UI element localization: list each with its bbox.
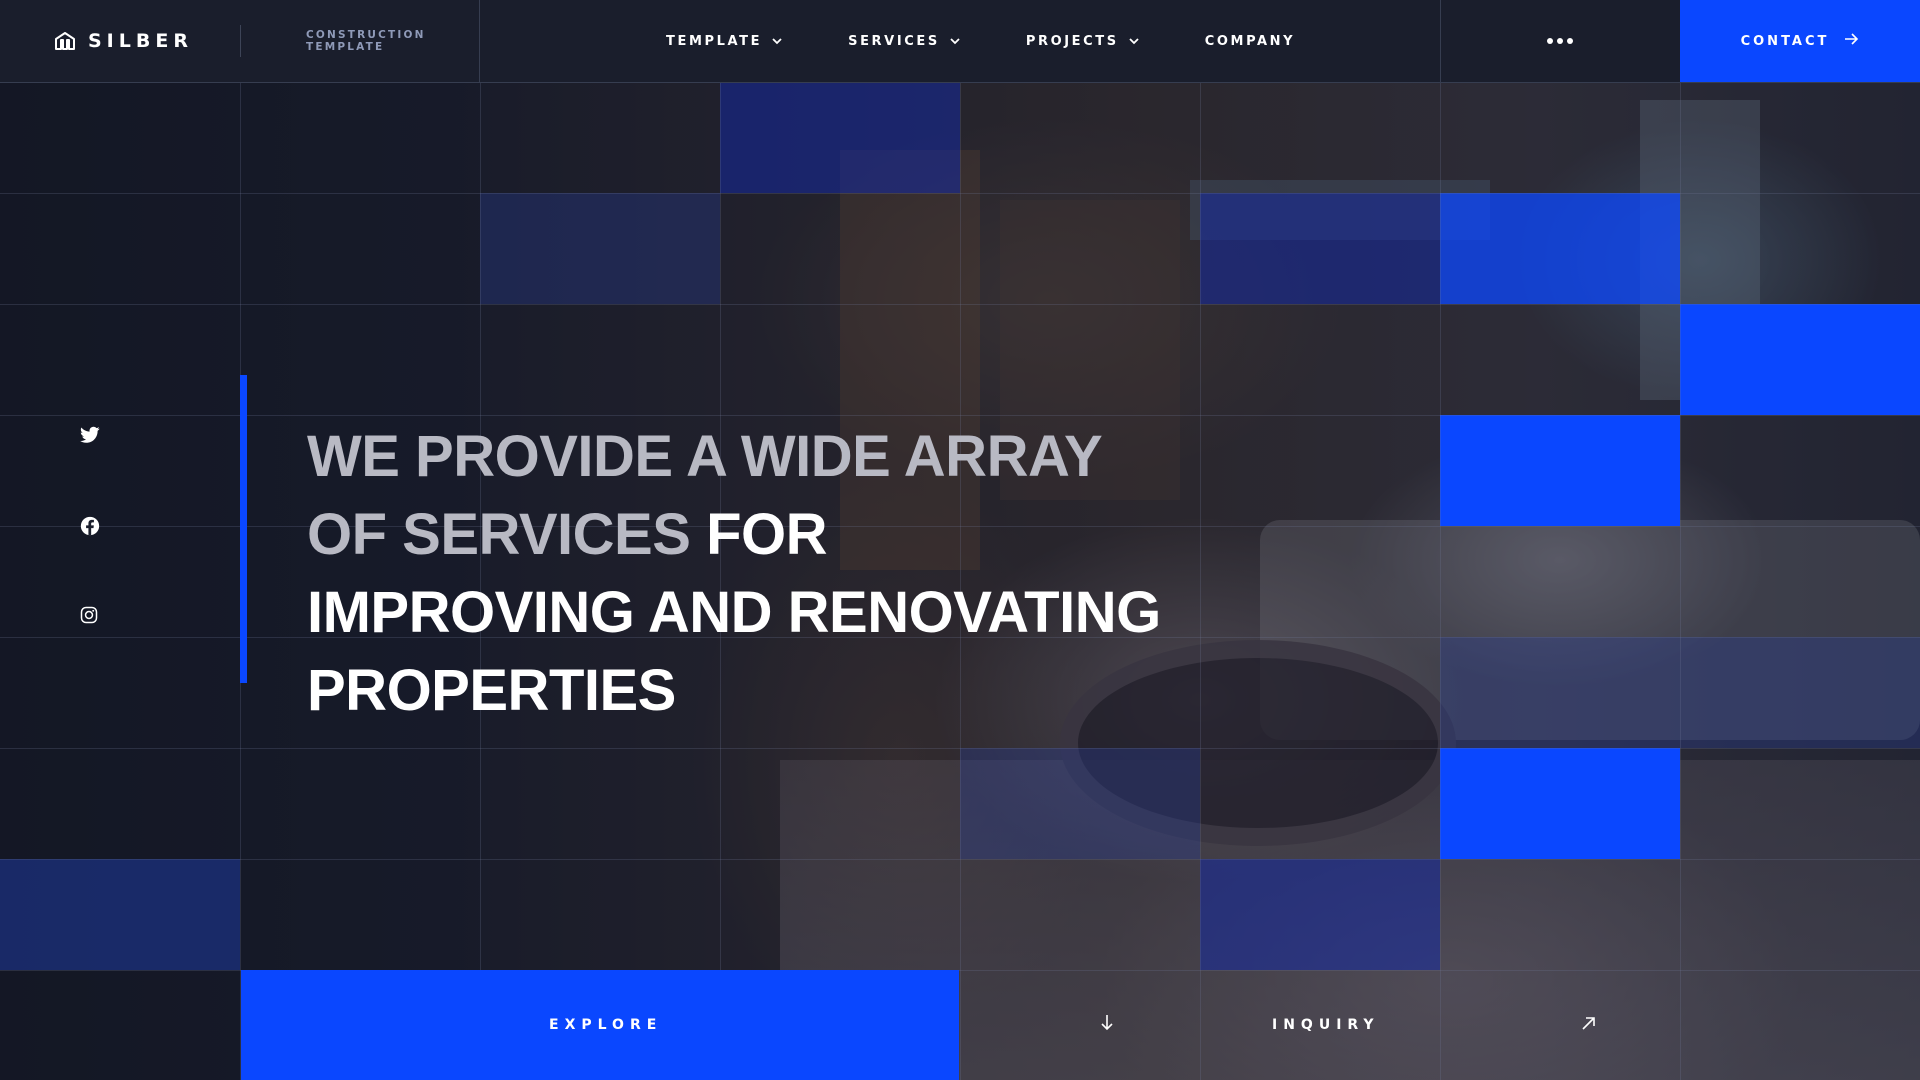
header-separator — [479, 0, 480, 82]
nav-item-template[interactable]: TEMPLATE — [666, 34, 782, 49]
twitter-icon[interactable] — [80, 426, 104, 450]
headline-accent-bar — [240, 375, 247, 683]
inquiry-button-label: INQUIRY — [1272, 1017, 1380, 1033]
contact-button[interactable]: CONTACT — [1680, 0, 1920, 82]
header-divider — [240, 25, 241, 57]
nav-item-label: TEMPLATE — [666, 33, 763, 49]
nav-item-services[interactable]: SERVICES — [848, 34, 960, 49]
facebook-icon[interactable] — [80, 516, 104, 540]
house-icon — [54, 32, 76, 50]
more-dots-icon — [1545, 38, 1575, 44]
brand-tagline: CONSTRUCTION TEMPLATE — [306, 29, 426, 53]
hero-headline: WE PROVIDE A WIDE ARRAY OF SERVICES FOR … — [307, 418, 1167, 730]
chevron-down-icon — [1129, 37, 1139, 45]
explore-button[interactable]: EXPLORE — [241, 970, 1113, 1080]
nav-item-projects[interactable]: PROJECTS — [1026, 34, 1139, 49]
nav-item-company[interactable]: COMPANY — [1205, 34, 1295, 49]
more-menu-button[interactable] — [1440, 0, 1680, 82]
nav-item-label: COMPANY — [1204, 33, 1296, 49]
chevron-down-icon — [950, 37, 960, 45]
arrow-up-right-icon — [1582, 1016, 1596, 1035]
brand-logo[interactable]: SILBER — [54, 28, 193, 54]
inquiry-button[interactable]: INQUIRY — [960, 970, 1679, 1080]
brand-name: SILBER — [88, 30, 193, 52]
instagram-icon[interactable] — [80, 606, 104, 630]
explore-button-label: EXPLORE — [549, 1017, 663, 1033]
site-header: SILBER CONSTRUCTION TEMPLATE TEMPLATE SE… — [0, 0, 1920, 83]
contact-button-label: CONTACT — [1740, 33, 1830, 49]
arrow-right-icon — [1845, 33, 1859, 49]
nav-item-label: PROJECTS — [1025, 33, 1119, 49]
headline-muted-text: WE PROVIDE A WIDE ARRAY OF SERVICES — [307, 424, 1102, 567]
chevron-down-icon — [772, 37, 782, 45]
nav-item-label: SERVICES — [848, 33, 940, 49]
main-nav: TEMPLATE SERVICES PROJECTS COMPANY — [666, 0, 1361, 82]
